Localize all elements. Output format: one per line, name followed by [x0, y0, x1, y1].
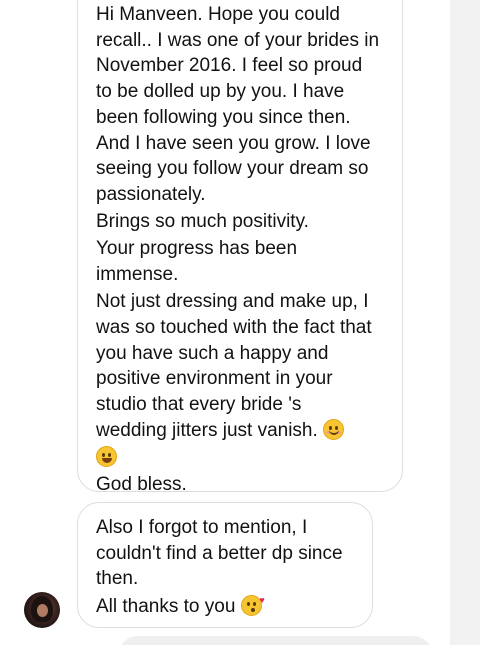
grinning-face-icon — [96, 445, 117, 467]
message-text: All thanks to you — [96, 595, 236, 617]
message-paragraph — [96, 445, 384, 471]
face-blowing-a-kiss-icon: ♥ — [240, 594, 265, 616]
message-paragraph: Hi Manveen. Hope you could recall.. I wa… — [96, 4, 380, 205]
smiling-face-with-smiling-eyes-icon — [323, 418, 345, 440]
outgoing-message-bubble[interactable] — [118, 636, 433, 645]
message-paragraph: Your progress has been immense. — [96, 238, 298, 286]
scroll-edge — [450, 0, 480, 645]
chat-screen: Hi Manveen. Hope you could recall.. I wa… — [0, 0, 480, 645]
sender-avatar[interactable] — [24, 592, 60, 628]
message-paragraph: Brings so much positivity. — [96, 211, 309, 233]
message-paragraph: Not just dressing and make up, I was so … — [96, 289, 384, 443]
message-bubble-1[interactable]: Hi Manveen. Hope you could recall.. I wa… — [77, 0, 403, 495]
message-paragraph: All thanks to you ♥ — [96, 594, 354, 620]
message-closing: God bless. — [96, 474, 187, 496]
message-bubble-2[interactable]: Also I forgot to mention, I couldn't fin… — [77, 502, 373, 628]
message-paragraph: Also I forgot to mention, I couldn't fin… — [96, 517, 343, 590]
